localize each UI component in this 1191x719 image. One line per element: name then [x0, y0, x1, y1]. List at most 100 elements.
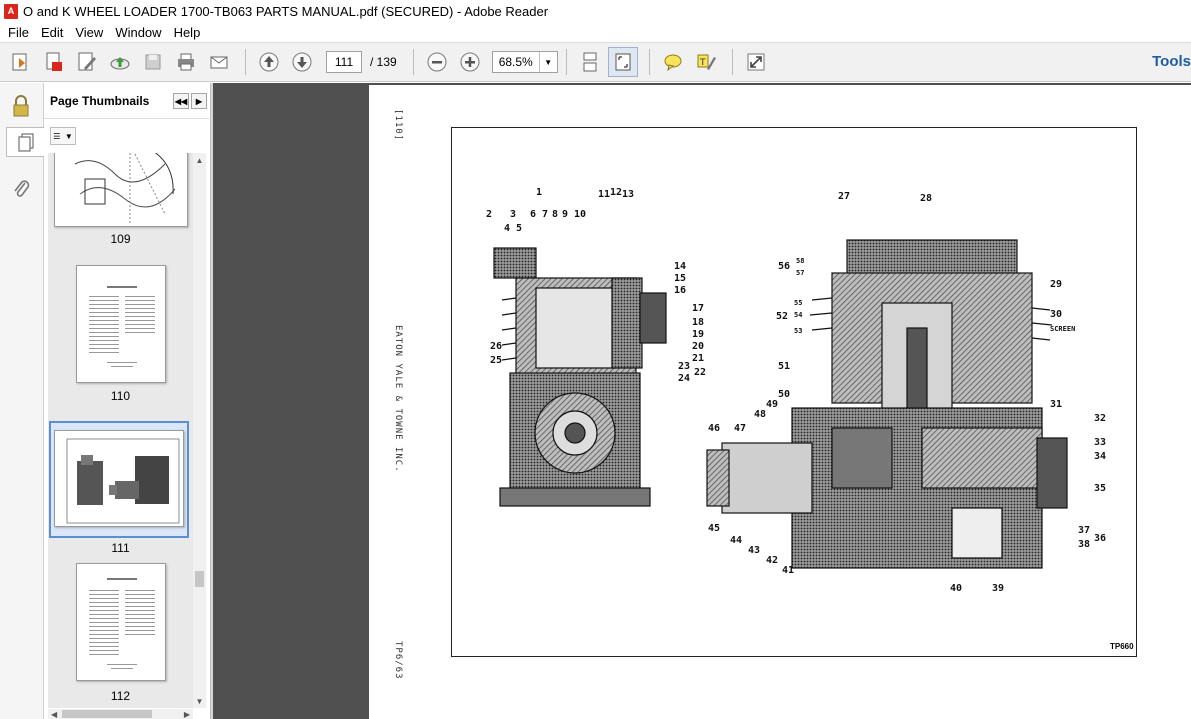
menu-window[interactable]: Window [109, 25, 167, 40]
zoom-in-button[interactable] [455, 47, 485, 77]
expand-button[interactable] [741, 47, 771, 77]
paperclip-icon [14, 180, 30, 197]
chevron-up-icon[interactable]: ▲ [193, 153, 206, 167]
thumbnail-list[interactable]: 109 110 111 112 [48, 153, 193, 708]
callout-label: 38 [1078, 539, 1091, 550]
callout-label: 15 [674, 273, 687, 284]
page-thumbnails-button[interactable] [6, 127, 44, 157]
tools-link[interactable]: Tools [1152, 53, 1191, 70]
page-number-input[interactable]: 111 [326, 51, 362, 73]
comment-button[interactable] [658, 47, 688, 77]
security-lock-button[interactable] [6, 91, 36, 121]
callout-label: 31 [1050, 399, 1063, 410]
toolbar-separator [565, 49, 567, 75]
zoom-select[interactable]: 68.5% ▼ [491, 51, 558, 73]
scrolling-pages-icon [583, 52, 597, 72]
chevron-right-icon[interactable]: ▶ [191, 93, 207, 109]
callout-label: 20 [692, 341, 705, 352]
svg-text:T: T [699, 58, 706, 68]
highlight-button[interactable]: T [691, 47, 721, 77]
compressor-drawing-thumbnail-icon [66, 438, 180, 524]
zoom-out-button[interactable] [422, 47, 452, 77]
window-title: O and K WHEEL LOADER 1700-TB063 PARTS MA… [23, 3, 549, 19]
chevron-left-icon[interactable]: ◀ [51, 710, 57, 719]
callout-label: 32 [1094, 413, 1107, 424]
menu-help[interactable]: Help [168, 25, 207, 40]
callout-label: 33 [1094, 437, 1107, 448]
callout-label: 48 [754, 409, 767, 420]
next-page-button[interactable] [287, 47, 317, 77]
parts-list-thumbnail-icon [89, 286, 155, 367]
callout-label: 8 [552, 209, 559, 220]
open-file-icon [12, 53, 27, 71]
lock-icon [13, 95, 29, 117]
callout-label: 14 [674, 261, 687, 272]
list-options-icon: ☰ [53, 131, 61, 141]
callout-label: 17 [692, 303, 705, 314]
arrow-up-circle-icon [259, 52, 279, 72]
edit-pdf-button[interactable] [72, 47, 102, 77]
callout-label: 16 [674, 285, 687, 296]
chevron-right-icon[interactable]: ▶ [184, 710, 190, 719]
compressor-cutaway-drawing [493, 239, 1068, 569]
callout-label: 45 [708, 523, 721, 534]
callout-label: 25 [490, 355, 503, 366]
callout-label: 24 [678, 373, 691, 384]
callout-label: 27 [838, 191, 851, 202]
email-button[interactable] [204, 47, 234, 77]
toolbar-separator [648, 49, 650, 75]
thumbnail-scrollbar[interactable]: ▲ ▼ [193, 153, 206, 708]
callout-label: 19 [692, 329, 705, 340]
callout-label: 40 [950, 583, 963, 594]
callout-label: 18 [692, 317, 705, 328]
toolbar-separator [245, 49, 246, 75]
chevron-down-icon[interactable]: ▼ [538, 52, 557, 72]
thumbnails-panel: Page Thumbnails ◀◀ ▶ ☰ ▼ 109 110 111 112… [44, 83, 211, 719]
thumbnail-options-button[interactable]: ☰ ▼ [50, 127, 76, 145]
menu-edit[interactable]: Edit [35, 25, 69, 40]
document-viewport[interactable]: [110] EATON YALE & TOWNE INC. TP6/63 1 2… [213, 83, 1191, 719]
chevron-down-icon[interactable]: ▼ [193, 694, 206, 708]
callout-label: 7 [542, 209, 549, 220]
callout-label: 34 [1094, 451, 1107, 462]
menu-view[interactable]: View [69, 25, 109, 40]
fit-page-icon [615, 53, 631, 71]
thumbnail-image [54, 153, 188, 227]
minus-circle-icon [427, 52, 447, 72]
expand-arrows-icon [747, 53, 765, 71]
drawing-thumbnail-icon [74, 153, 176, 224]
print-button[interactable] [171, 47, 201, 77]
thumbnail-horizontal-scrollbar[interactable]: ◀ ▶ [48, 709, 193, 719]
callout-label: 9 [562, 209, 569, 220]
panel-header: Page Thumbnails ◀◀ ▶ [44, 83, 211, 119]
scrollbar-thumb[interactable] [195, 571, 204, 587]
attachments-button[interactable] [6, 173, 36, 203]
callout-label: 43 [748, 545, 761, 556]
adobe-reader-icon: A [4, 3, 18, 19]
scrollbar-thumb[interactable] [62, 710, 152, 718]
callout-label: 29 [1050, 279, 1063, 290]
upload-button[interactable] [105, 47, 135, 77]
create-pdf-button[interactable] [39, 47, 69, 77]
menu-file[interactable]: File [2, 25, 35, 40]
open-button[interactable] [6, 47, 36, 77]
callout-label: 22 [694, 367, 707, 378]
collapse-panel-icon[interactable]: ◀◀ [173, 93, 189, 109]
callout-label: 30 [1050, 309, 1063, 320]
envelope-icon [210, 56, 228, 69]
save-button[interactable] [138, 47, 168, 77]
callout-label: 51 [778, 361, 791, 372]
parts-list-thumbnail-icon [89, 578, 155, 669]
create-pdf-icon [46, 52, 62, 71]
fit-page-button[interactable] [607, 47, 638, 77]
page-total: / 139 [370, 55, 397, 69]
navigation-rail [0, 83, 44, 719]
thumbnail-image [76, 563, 166, 681]
menu-bar: File Edit View Window Help [0, 22, 1191, 42]
page-reference: [110] [393, 109, 403, 142]
callout-label: 1 [536, 187, 543, 198]
highlighter-pen-icon: T [697, 54, 716, 70]
callout-label: 35 [1094, 483, 1107, 494]
scroll-mode-button[interactable] [575, 47, 605, 77]
previous-page-button[interactable] [254, 47, 284, 77]
